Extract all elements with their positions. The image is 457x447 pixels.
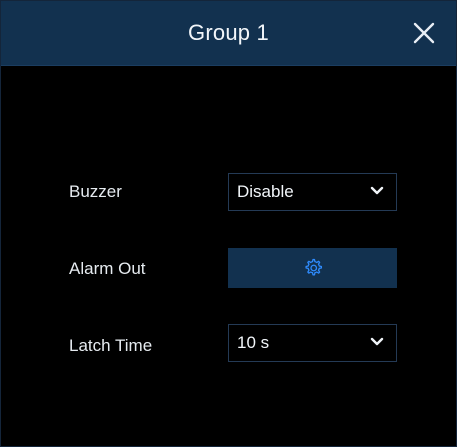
close-icon[interactable] bbox=[412, 21, 436, 45]
dialog-titlebar: Group 1 bbox=[1, 1, 456, 66]
chevron-down-icon bbox=[370, 337, 384, 346]
buzzer-label: Buzzer bbox=[69, 182, 122, 201]
alarm-out-settings-button[interactable] bbox=[228, 248, 397, 288]
latch-time-value: 10 s bbox=[237, 333, 270, 352]
group-settings-dialog: Group 1 Buzzer Disable Alarm Out Latch T… bbox=[0, 0, 457, 447]
latch-time-label: Latch Time bbox=[69, 336, 153, 355]
buzzer-value: Disable bbox=[237, 182, 294, 201]
latch-time-select[interactable]: 10 s bbox=[228, 324, 397, 362]
alarm-out-label: Alarm Out bbox=[69, 259, 146, 278]
dialog-title: Group 1 bbox=[188, 20, 269, 45]
buzzer-select[interactable]: Disable bbox=[228, 173, 397, 211]
gear-icon bbox=[304, 258, 322, 276]
chevron-down-icon bbox=[370, 186, 384, 195]
